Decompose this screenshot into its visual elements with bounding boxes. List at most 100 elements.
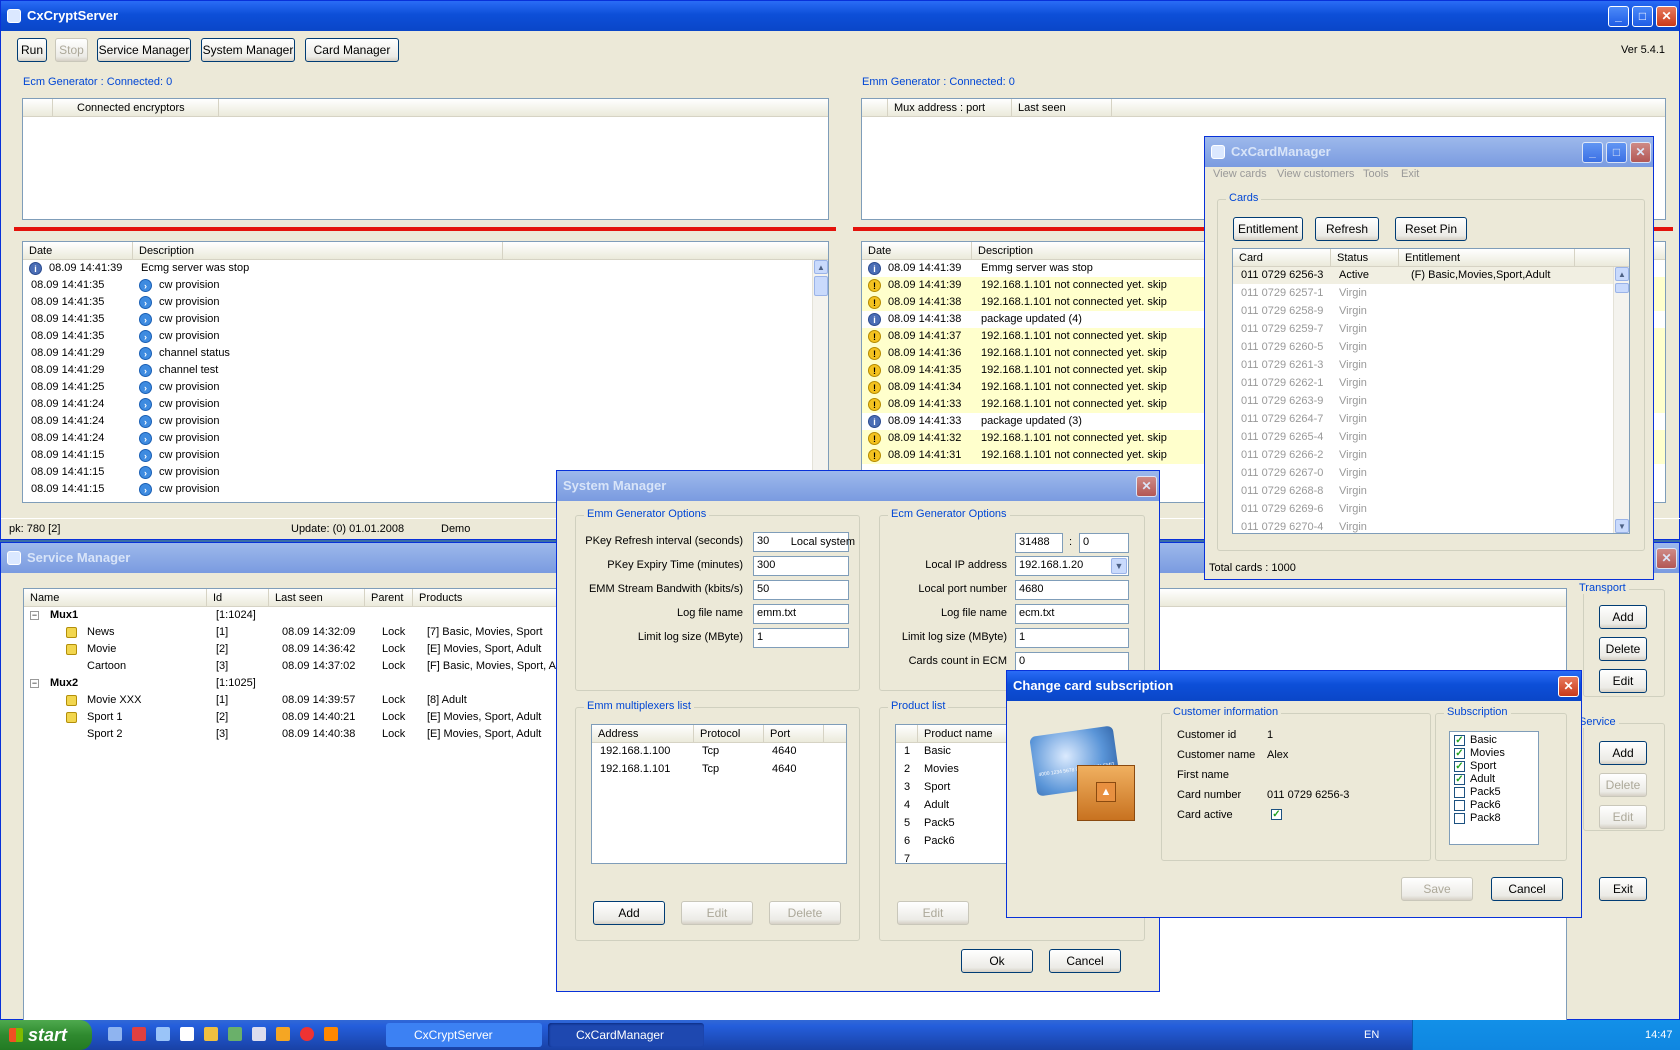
ecm-splitter[interactable]: [14, 227, 836, 231]
service-add-button[interactable]: Add: [1599, 741, 1647, 765]
pack-checkbox[interactable]: ✓: [1454, 761, 1465, 772]
quick-launch-icon[interactable]: [132, 1027, 146, 1041]
ecm-encryptors-list[interactable]: Connected encryptors: [22, 98, 829, 220]
minimize-button[interactable]: _: [1582, 142, 1603, 163]
service-edit-button[interactable]: Edit: [1599, 805, 1647, 829]
subscription-pack[interactable]: Pack6: [1450, 799, 1538, 812]
ok-button[interactable]: Ok: [961, 949, 1033, 973]
minimize-button[interactable]: _: [1608, 6, 1629, 27]
col-status[interactable]: Status: [1331, 249, 1399, 267]
cards-list[interactable]: Card Status Entitlement 011 0729 6256-3 Act…: [1232, 248, 1630, 534]
product-edit-button[interactable]: Edit: [897, 901, 969, 925]
card-row[interactable]: 011 0729 6264-7 Virgin: [1233, 411, 1613, 428]
col-connected-encryptors[interactable]: Connected encryptors: [53, 99, 219, 117]
pack-checkbox[interactable]: ✓: [1454, 735, 1465, 746]
col-last-seen[interactable]: Last seen: [269, 589, 365, 607]
card-row[interactable]: 011 0729 6263-9 Virgin: [1233, 393, 1613, 410]
card-row[interactable]: 011 0729 6258-9 Virgin: [1233, 303, 1613, 320]
col-description[interactable]: Description: [133, 242, 503, 260]
transport-delete-button[interactable]: Delete: [1599, 637, 1647, 661]
log-row[interactable]: 08.09 14:41:24 › cw provision: [23, 430, 812, 447]
cancel-button[interactable]: Cancel: [1049, 949, 1121, 973]
card-row[interactable]: 011 0729 6257-1 Virgin: [1233, 285, 1613, 302]
card-row[interactable]: 011 0729 6265-4 Virgin: [1233, 429, 1613, 446]
close-button[interactable]: ✕: [1630, 142, 1651, 163]
language-indicator[interactable]: EN: [1364, 1029, 1379, 1041]
subscription-pack[interactable]: ✓ Adult: [1450, 773, 1538, 786]
mux-edit-button[interactable]: Edit: [681, 901, 753, 925]
subscription-pack[interactable]: ✓ Basic: [1450, 734, 1538, 747]
maximize-button[interactable]: □: [1632, 6, 1653, 27]
reset-pin-button[interactable]: Reset Pin: [1395, 217, 1467, 241]
task-cxcardmanager[interactable]: CxCardManager: [548, 1023, 704, 1047]
save-button[interactable]: Save: [1401, 877, 1473, 901]
col-address[interactable]: Address: [592, 725, 694, 743]
log-row[interactable]: 08.09 14:41:29 › channel status: [23, 345, 812, 362]
collapse-icon[interactable]: −: [30, 611, 39, 620]
card-manager-button[interactable]: Card Manager: [305, 38, 399, 62]
subscription-pack[interactable]: Pack5: [1450, 786, 1538, 799]
card-row[interactable]: 011 0729 6260-5 Virgin: [1233, 339, 1613, 356]
log-row[interactable]: 08.09 14:41:35 › cw provision: [23, 294, 812, 311]
mux-add-button[interactable]: Add: [593, 901, 665, 925]
subscription-pack[interactable]: ✓ Movies: [1450, 747, 1538, 760]
log-row[interactable]: 08.09 14:41:35 › cw provision: [23, 277, 812, 294]
exit-button[interactable]: Exit: [1599, 877, 1647, 901]
col-port[interactable]: Port: [764, 725, 824, 743]
mux-row[interactable]: 192.168.1.100 Tcp 4640: [592, 743, 846, 760]
col-card[interactable]: Card: [1233, 249, 1331, 267]
log-row[interactable]: 08.09 14:41:15 › cw provision: [23, 447, 812, 464]
subscription-pack[interactable]: ✓ Sport: [1450, 760, 1538, 773]
transport-add-button[interactable]: Add: [1599, 605, 1647, 629]
close-button[interactable]: ✕: [1656, 6, 1677, 27]
card-row[interactable]: 011 0729 6269-6 Virgin: [1233, 501, 1613, 518]
chevron-down-icon[interactable]: ▼: [1111, 558, 1127, 574]
ecm-field-input[interactable]: 4680: [1015, 580, 1129, 600]
quick-launch-icon[interactable]: [156, 1027, 170, 1041]
mux-row[interactable]: 192.168.1.101 Tcp 4640: [592, 761, 846, 778]
subscription-list[interactable]: ✓ Basic ✓ Movies ✓ Sport ✓ Adult Pack5 Pack6 Pack8: [1449, 731, 1539, 845]
menu-view-cards[interactable]: View cards: [1213, 168, 1267, 180]
card-row[interactable]: 011 0729 6268-8 Virgin: [1233, 483, 1613, 500]
card-row[interactable]: 011 0729 6267-0 Virgin: [1233, 465, 1613, 482]
cards-titlebar[interactable]: CxCardManager _ □ ✕: [1205, 137, 1653, 167]
service-delete-button[interactable]: Delete: [1599, 773, 1647, 797]
card-active-checkbox[interactable]: ✓: [1271, 809, 1282, 820]
system-manager-button[interactable]: System Manager: [201, 38, 295, 62]
log-row[interactable]: 08.09 14:41:24 › cw provision: [23, 413, 812, 430]
run-button[interactable]: Run: [17, 38, 47, 62]
quick-launch-icon[interactable]: [180, 1027, 194, 1041]
log-row[interactable]: 08.09 14:41:29 › channel test: [23, 362, 812, 379]
ecm-field-input[interactable]: 1: [1015, 628, 1129, 648]
entitlement-button[interactable]: Entitlement: [1233, 217, 1303, 241]
service-manager-button[interactable]: Service Manager: [97, 38, 191, 62]
close-button[interactable]: ✕: [1558, 676, 1579, 697]
log-row[interactable]: 08.09 14:41:35 › cw provision: [23, 311, 812, 328]
collapse-icon[interactable]: −: [30, 679, 39, 688]
col-parent[interactable]: Parent: [365, 589, 413, 607]
quick-launch-icon[interactable]: [252, 1027, 266, 1041]
col-last-seen[interactable]: Last seen: [1012, 99, 1112, 117]
mux-delete-button[interactable]: Delete: [769, 901, 841, 925]
maximize-button[interactable]: □: [1606, 142, 1627, 163]
quick-launch-icon[interactable]: [324, 1027, 338, 1041]
cancel-button[interactable]: Cancel: [1491, 877, 1563, 901]
close-button[interactable]: ✕: [1656, 548, 1677, 569]
card-row[interactable]: 011 0729 6261-3 Virgin: [1233, 357, 1613, 374]
quick-launch-icon[interactable]: [276, 1027, 290, 1041]
log-row[interactable]: 08.09 14:41:35 › cw provision: [23, 328, 812, 345]
task-cxcryptserver[interactable]: CxCryptServer: [386, 1023, 542, 1047]
pack-checkbox[interactable]: [1454, 787, 1465, 798]
subscription-pack[interactable]: Pack8: [1450, 812, 1538, 825]
col-entitlement[interactable]: Entitlement: [1399, 249, 1575, 267]
col-name[interactable]: Name: [24, 589, 207, 607]
col-date[interactable]: Date: [862, 242, 972, 260]
pack-checkbox[interactable]: [1454, 800, 1465, 811]
card-row[interactable]: 011 0729 6266-2 Virgin: [1233, 447, 1613, 464]
menu-exit[interactable]: Exit: [1401, 168, 1419, 180]
start-button[interactable]: start: [0, 1020, 92, 1050]
card-row[interactable]: 011 0729 6262-1 Virgin: [1233, 375, 1613, 392]
ecm-log-list[interactable]: Date Description i 08.09 14:41:39 Ecmg serv…: [22, 241, 829, 503]
quick-launch-icon[interactable]: [300, 1027, 314, 1041]
refresh-button[interactable]: Refresh: [1315, 217, 1379, 241]
